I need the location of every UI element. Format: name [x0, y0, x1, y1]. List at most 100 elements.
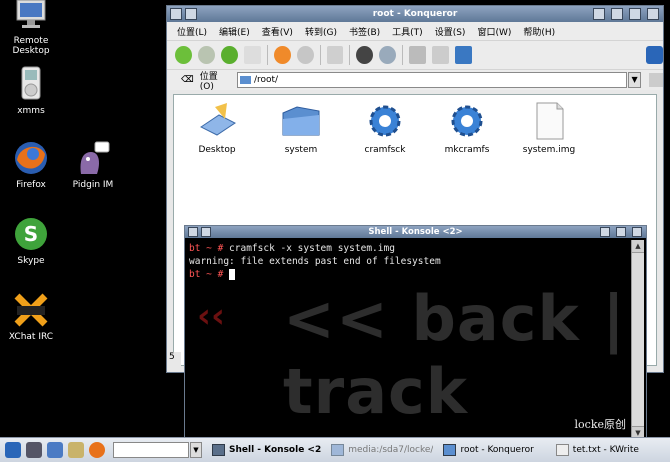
minimize-icon[interactable]: [600, 227, 610, 237]
stop-icon[interactable]: [296, 46, 314, 64]
toolbar-separator: [319, 45, 321, 65]
pin-icon[interactable]: [185, 8, 197, 20]
up-icon[interactable]: [220, 46, 238, 64]
file-item-mkcramfs[interactable]: mkcramfs: [432, 101, 502, 155]
author-signature: locke原创: [574, 418, 626, 431]
window-menu-icon[interactable]: [188, 227, 198, 237]
menu-settings[interactable]: 设置(S): [435, 25, 466, 38]
file-item-desktop[interactable]: Desktop: [182, 101, 252, 155]
file-item-cramfsck[interactable]: cramfsck: [350, 101, 420, 155]
text-editor-icon: [555, 444, 569, 456]
xchat-icon: [13, 292, 49, 328]
desktop-icon-xmms[interactable]: xmms: [0, 66, 62, 116]
reload-icon[interactable]: [273, 46, 291, 64]
task-media[interactable]: media:/sda7/locke/: [331, 444, 433, 456]
window-menu-icon[interactable]: [170, 8, 182, 20]
help-icon[interactable]: [593, 8, 605, 20]
minimize-icon[interactable]: [611, 8, 623, 20]
desktop-folder-icon: [197, 101, 237, 141]
desktop-icon-label: Skype: [17, 256, 45, 266]
desktop-icon-label: XChat IRC: [8, 332, 54, 342]
desktop-icon-firefox[interactable]: Firefox: [0, 140, 62, 190]
kde-logo-icon[interactable]: [646, 46, 663, 64]
terminal-icon: [212, 444, 225, 456]
konqueror-icon: [443, 444, 457, 456]
clear-location-icon[interactable]: ⌫: [181, 75, 194, 85]
close-icon[interactable]: [647, 8, 659, 20]
desktop-icon-skype[interactable]: S Skype: [0, 216, 62, 266]
editor-icon[interactable]: [68, 442, 84, 458]
preview-icon[interactable]: [455, 46, 472, 64]
desktop-icon-label: Firefox: [16, 180, 46, 190]
task-kwrite[interactable]: tet.txt - KWrite: [555, 444, 639, 456]
menu-location[interactable]: 位置(L): [177, 25, 207, 38]
toolbar-separator: [349, 45, 351, 65]
file-label: system: [284, 145, 318, 155]
window-title: root - Konqueror: [372, 9, 458, 19]
location-label: 位置(O): [199, 71, 218, 92]
menu-bookmarks[interactable]: 书签(B): [349, 25, 380, 38]
desktop-icon-pidgin[interactable]: Pidgin IM: [62, 140, 124, 190]
text-cursor: [229, 269, 236, 280]
location-dropdown[interactable]: ▼: [627, 72, 642, 88]
maximize-icon[interactable]: [629, 8, 641, 20]
firefox-icon[interactable]: [89, 442, 105, 458]
taskbar-search-input[interactable]: [113, 442, 189, 458]
taskbar-search-dropdown[interactable]: ▼: [190, 442, 202, 458]
terminal-line: warning: file extends past end of filesy…: [189, 256, 441, 267]
list-view-icon[interactable]: [432, 46, 450, 64]
task-konqueror[interactable]: root - Konqueror: [443, 444, 534, 456]
search-icon[interactable]: [379, 46, 397, 64]
folder-icon: [239, 76, 251, 84]
file-label: mkcramfs: [444, 145, 490, 155]
menubar: 位置(L) 编辑(E) 查看(V) 转到(G) 书签(B) 工具(T) 设置(S…: [167, 22, 663, 40]
executable-gear-icon: [447, 101, 487, 141]
konqueror-titlebar[interactable]: root - Konqueror: [167, 6, 663, 22]
folder-icon: [331, 444, 345, 456]
file-item-system-img[interactable]: system.img: [514, 101, 584, 155]
konsole-titlebar[interactable]: Shell - Konsole <2>: [185, 226, 646, 238]
terminal-line: bt ~ # cramfsck -x system system.img: [189, 243, 395, 254]
file-label: Desktop: [198, 145, 236, 155]
terminal-output[interactable]: bt ~ # cramfsck -x system system.img war…: [189, 242, 628, 440]
maximize-icon[interactable]: [616, 227, 626, 237]
close-icon[interactable]: [632, 227, 642, 237]
location-input[interactable]: /root/: [236, 72, 627, 88]
scroll-up-icon[interactable]: ▲: [632, 240, 644, 253]
terminal-scrollbar[interactable]: ▲ ▼: [631, 240, 644, 440]
monitor-icon: [13, 0, 49, 36]
task-konsole[interactable]: Shell - Konsole <2: [212, 444, 321, 456]
firefox-icon: [13, 140, 49, 176]
print-icon[interactable]: [326, 46, 344, 64]
go-icon[interactable]: [649, 73, 663, 87]
menu-tools[interactable]: 工具(T): [392, 25, 423, 38]
menu-edit[interactable]: 编辑(E): [219, 25, 250, 38]
desktop-icon-label: xmms: [17, 106, 45, 116]
file-item-system[interactable]: system: [266, 101, 336, 155]
taskbar: ▼ Shell - Konsole <2 media:/sda7/locke/ …: [0, 437, 670, 462]
executable-gear-icon: [365, 101, 405, 141]
menu-window[interactable]: 窗口(W): [477, 25, 511, 38]
document-icon: [529, 101, 569, 141]
kde-menu-icon[interactable]: [5, 442, 21, 458]
konsole-window: Shell - Konsole <2> ‹‹ << back | track b…: [184, 225, 647, 443]
desktop-icon-xchat[interactable]: XChat IRC: [0, 292, 62, 342]
status-bar: 5: [169, 352, 181, 366]
desktop-icon-remote-desktop[interactable]: Remote Desktop: [0, 0, 62, 56]
window-title: Shell - Konsole <2>: [368, 227, 463, 237]
toolbar-separator: [266, 45, 268, 65]
icon-view-icon[interactable]: [409, 46, 427, 64]
back-icon[interactable]: [175, 46, 192, 64]
gear-icon[interactable]: [356, 46, 374, 64]
menu-help[interactable]: 帮助(H): [523, 25, 555, 38]
pin-icon[interactable]: [201, 227, 211, 237]
home-icon[interactable]: [243, 46, 261, 64]
menu-view[interactable]: 查看(V): [262, 25, 293, 38]
forward-icon[interactable]: [197, 46, 215, 64]
desktop-icon-label: Remote Desktop: [12, 36, 50, 56]
terminal-line: bt ~ #: [189, 268, 628, 281]
toolbar-separator: [402, 45, 404, 65]
menu-go[interactable]: 转到(G): [305, 25, 337, 38]
network-icon[interactable]: [47, 442, 63, 458]
show-desktop-icon[interactable]: [26, 442, 42, 458]
